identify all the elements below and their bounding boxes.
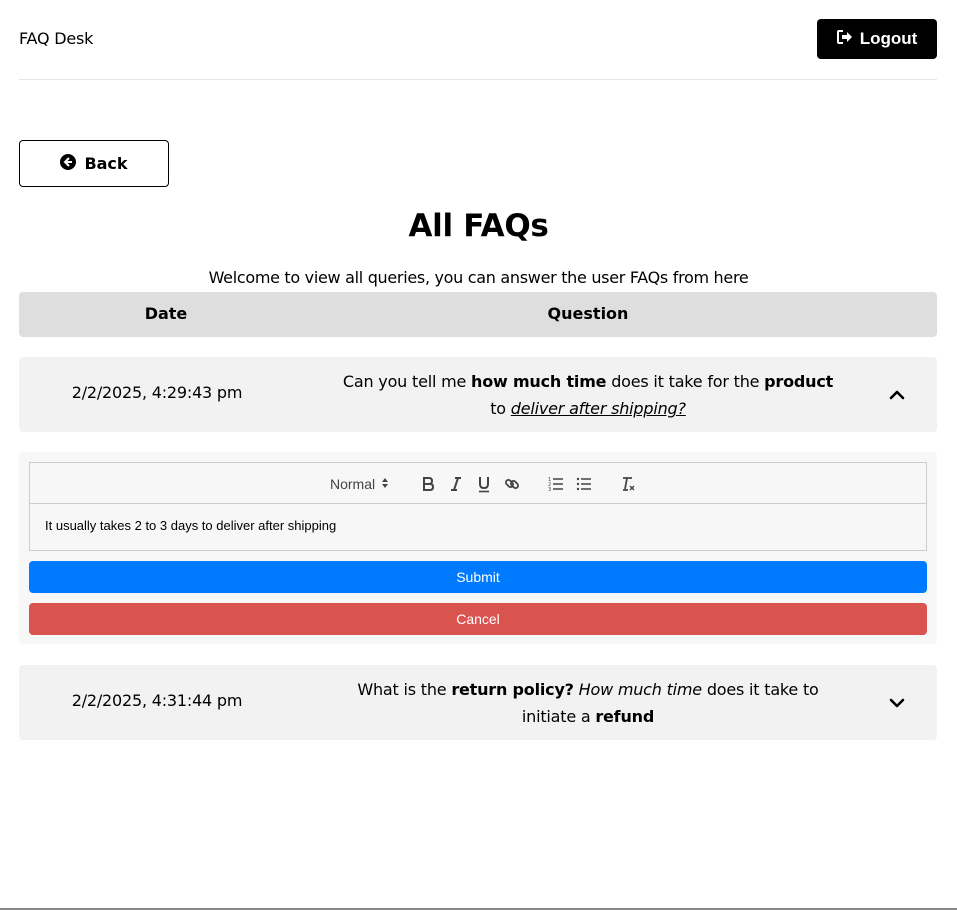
answer-panel: Normal 123 It usually takes 2 to 3 days … <box>19 452 937 644</box>
format-select[interactable]: Normal <box>330 474 396 494</box>
logout-label: Logout <box>859 29 918 48</box>
chevron-down-icon[interactable] <box>885 691 909 715</box>
column-header-date: Date <box>144 304 188 323</box>
submit-button[interactable]: Submit <box>29 561 927 593</box>
faq-question: What is the return policy? How much time… <box>357 680 819 726</box>
chevron-up-icon[interactable] <box>885 383 909 407</box>
back-label: Back <box>84 154 128 173</box>
cancel-button[interactable]: Cancel <box>29 603 927 635</box>
sort-arrows-icon <box>381 476 389 492</box>
bold-icon[interactable] <box>418 474 438 494</box>
faq-row[interactable]: 2/2/2025, 4:31:44 pm What is the return … <box>19 665 937 740</box>
table-header: Date Question <box>19 292 937 337</box>
faq-row[interactable]: 2/2/2025, 4:29:43 pm Can you tell me how… <box>19 357 937 432</box>
faq-date: 2/2/2025, 4:29:43 pm <box>71 383 243 402</box>
bullet-list-icon[interactable] <box>574 474 594 494</box>
column-header-question: Question <box>547 304 629 323</box>
editor-toolbar: Normal 123 <box>30 463 926 504</box>
link-icon[interactable] <box>502 474 522 494</box>
ordered-list-icon[interactable]: 123 <box>546 474 566 494</box>
italic-icon[interactable] <box>446 474 466 494</box>
faq-question: Can you tell me how much time does it ta… <box>342 372 834 418</box>
svg-text:3: 3 <box>548 487 551 492</box>
arrow-left-circle-icon <box>60 153 77 174</box>
page-subtitle: Welcome to view all queries, you can ans… <box>208 268 749 287</box>
editor-content[interactable]: It usually takes 2 to 3 days to deliver … <box>45 518 336 533</box>
underline-icon[interactable] <box>474 474 494 494</box>
page-title: All FAQs <box>408 208 549 244</box>
logout-button[interactable]: Logout <box>817 19 937 59</box>
clear-format-icon[interactable] <box>618 474 638 494</box>
logout-icon <box>836 29 853 49</box>
back-button[interactable]: Back <box>19 140 169 187</box>
faq-date: 2/2/2025, 4:31:44 pm <box>71 691 243 710</box>
brand-title: FAQ Desk <box>19 29 94 48</box>
rich-text-editor: Normal 123 It usually takes 2 to 3 days … <box>29 462 927 551</box>
navbar: FAQ Desk Logout <box>19 0 937 80</box>
